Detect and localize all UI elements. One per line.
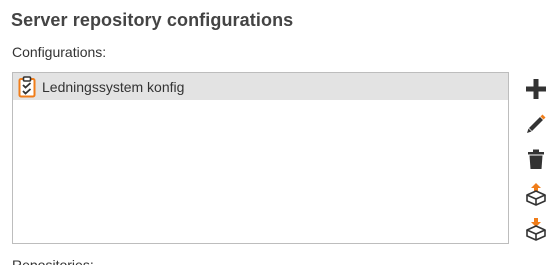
list-item-label: Ledningssystem konfig: [42, 78, 185, 95]
plus-icon: [526, 79, 546, 99]
import-button[interactable]: [523, 216, 549, 242]
list-item[interactable]: Ledningssystem konfig: [13, 73, 508, 100]
config-toolbar: [523, 76, 551, 251]
repositories-label: Repositories:: [12, 257, 94, 265]
export-button[interactable]: [523, 181, 549, 207]
pencil-icon: [527, 114, 546, 133]
clipboard-check-icon: [18, 75, 36, 98]
edit-button[interactable]: [523, 111, 549, 137]
package-export-icon: [526, 183, 546, 206]
add-button[interactable]: [523, 76, 549, 102]
package-import-icon: [526, 218, 546, 241]
trash-icon: [528, 149, 544, 169]
page-title: Server repository configurations: [11, 10, 294, 30]
configurations-label: Configurations:: [12, 44, 107, 60]
delete-button[interactable]: [523, 146, 549, 172]
repository-config-panel: Server repository configurations Configu…: [0, 0, 553, 265]
configurations-list[interactable]: Ledningssystem konfig: [12, 72, 509, 244]
